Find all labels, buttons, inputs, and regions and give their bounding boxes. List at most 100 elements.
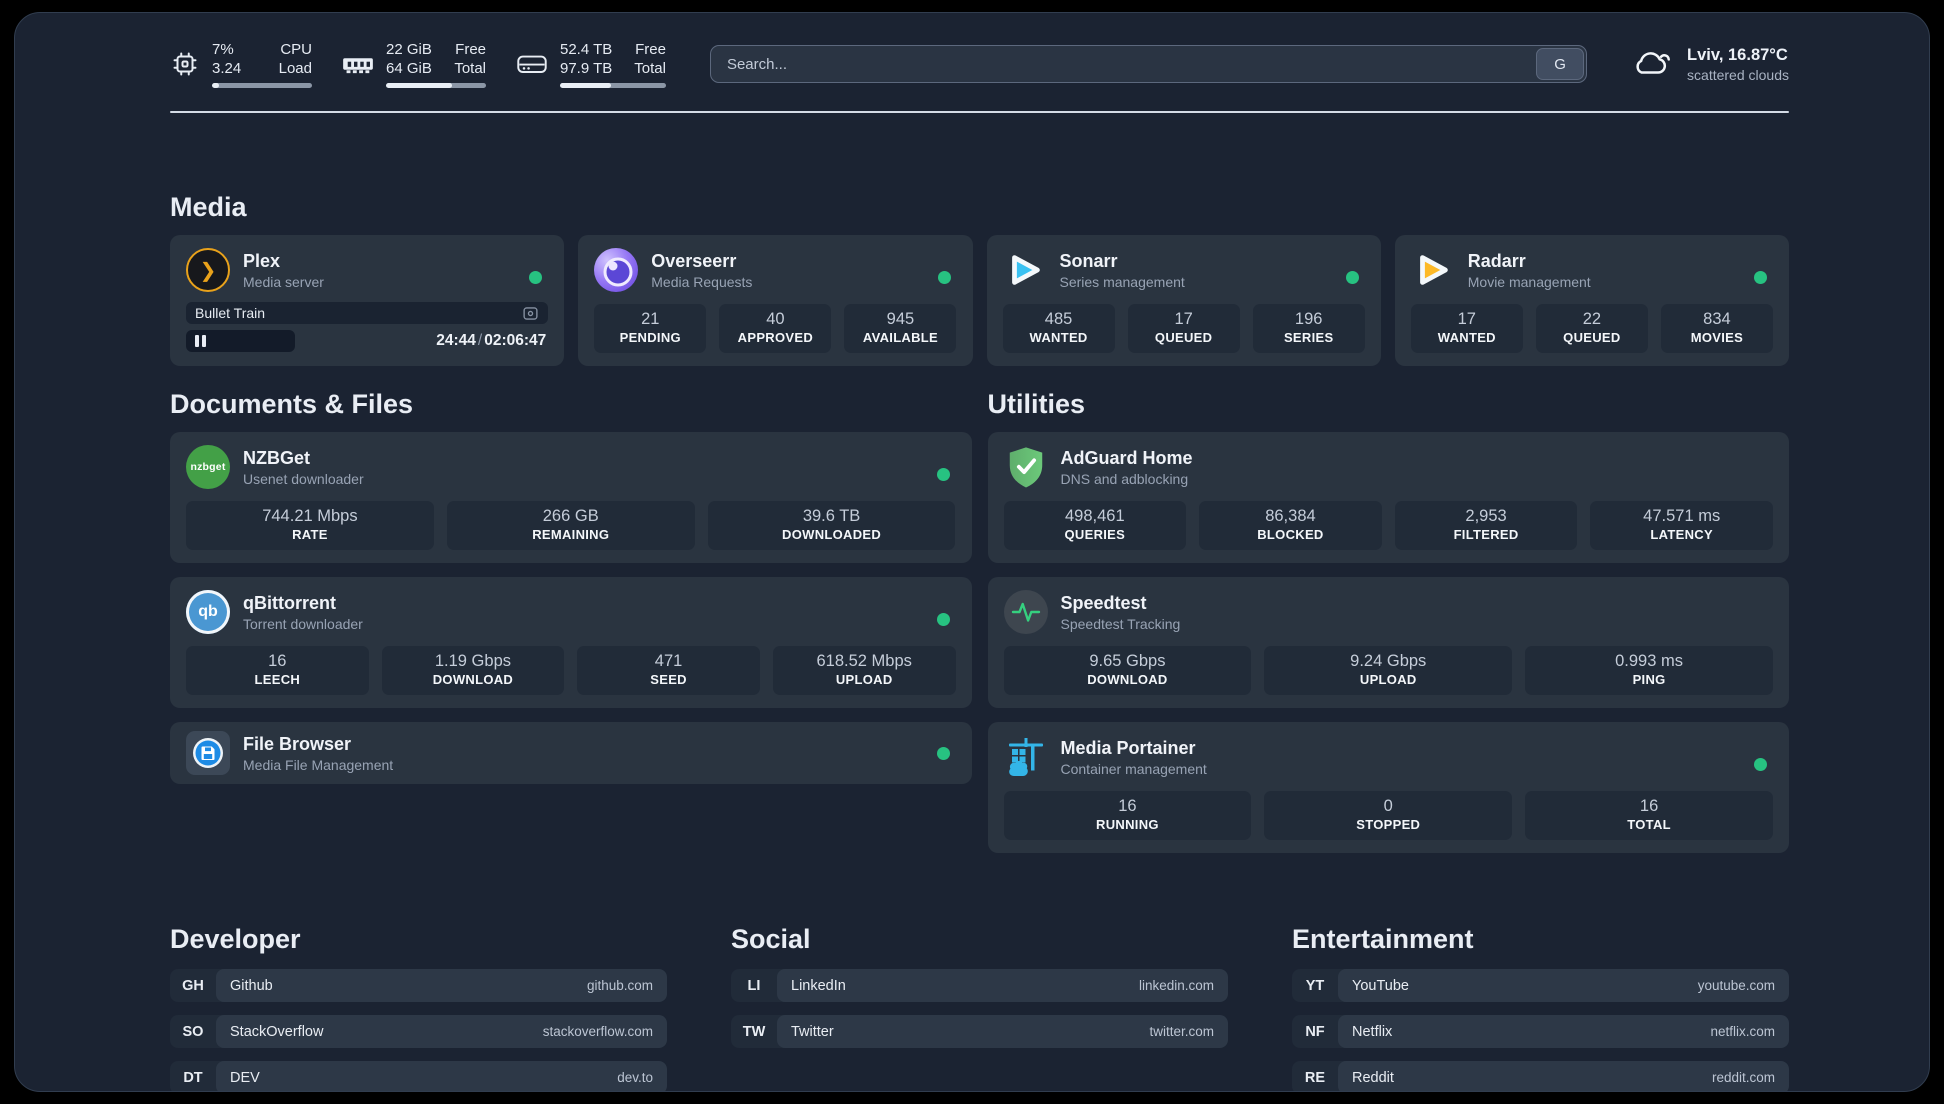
stat-ping: 0.993 ms PING [1525, 646, 1773, 695]
link-name: Reddit [1352, 1069, 1394, 1086]
app-subtitle: Usenet downloader [243, 470, 364, 487]
now-playing-title: Bullet Train [195, 305, 266, 321]
stat-upload: 618.52 Mbps UPLOAD [772, 646, 956, 695]
link-badge: TW [742, 1023, 766, 1040]
adguard-icon [1004, 445, 1048, 489]
status-dot-online [936, 747, 950, 760]
search-bar: G [709, 45, 1588, 83]
status-dot-online [1754, 758, 1767, 771]
stat-seed: 471 SEED [577, 646, 760, 695]
link-url: dev.to [617, 1070, 653, 1085]
link-url: netflix.com [1710, 1024, 1775, 1039]
app-card-nzbget[interactable]: nzbget NZBGet Usenet downloader 744.21 M… [170, 432, 972, 563]
app-title: Media Portainer [1060, 737, 1196, 758]
search-engine-button[interactable]: G [1536, 48, 1585, 80]
filebrowser-icon [186, 731, 230, 775]
stat-download: 1.19 Gbps DOWNLOAD [381, 646, 565, 695]
memory-progress-bar [386, 83, 486, 88]
entertainment-links: Entertainment YT YouTube youtube.com NF … [1292, 923, 1789, 1091]
app-card-radarr[interactable]: Radarr Movie management 17 WANTED 22 QUEUE… [1394, 235, 1789, 366]
stat-downloaded: 39.6 TB DOWNLOADED [707, 501, 956, 550]
link-name: Netflix [1352, 1023, 1393, 1040]
app-card-adguard[interactable]: AdGuard Home DNS and adblocking 498,461 Q… [987, 432, 1789, 563]
cast-icon [522, 305, 539, 322]
cpu-icon [170, 49, 200, 79]
link-name: YouTube [1352, 977, 1409, 994]
app-subtitle: Media File Management [243, 756, 394, 773]
link-badge: DT [183, 1069, 203, 1086]
portainer-icon [1004, 735, 1048, 779]
cpu-stat: 7% 3.24 CPU Load [170, 40, 312, 88]
app-title: NZBGet [243, 447, 310, 468]
storage-total: 97.9 TB [560, 60, 613, 77]
stat-queries: 498,461 QUERIES [1003, 501, 1187, 550]
memory-stat: 22 GiB 64 GiB Free Total [342, 40, 486, 88]
memory-total: 64 GiB [386, 60, 432, 77]
link-name: LinkedIn [791, 977, 846, 994]
link-reddit[interactable]: RE Reddit reddit.com [1292, 1061, 1789, 1091]
link-github[interactable]: GH Github github.com [170, 969, 667, 1002]
stat-running: 16 RUNNING [1003, 791, 1252, 840]
weather-widget: Lviv, 16.87°C scattered clouds [1631, 45, 1789, 84]
app-card-qbittorrent[interactable]: qb qBittorrent Torrent downloader 16 LEEC… [170, 577, 972, 708]
memory-label-2: Total [454, 60, 486, 77]
link-netflix[interactable]: NF Netflix netflix.com [1292, 1015, 1789, 1048]
link-dev-to[interactable]: DT DEV dev.to [170, 1061, 667, 1091]
stat-queued: 22 QUEUED [1535, 304, 1648, 353]
link-stackoverflow[interactable]: SO StackOverflow stackoverflow.com [170, 1015, 667, 1048]
app-card-speedtest[interactable]: Speedtest Speedtest Tracking 9.65 Gbps DO… [987, 577, 1789, 708]
stat-leech: 16 LEECH [186, 646, 369, 695]
section-title-developer: Developer [170, 924, 301, 954]
stat-wanted: 485 WANTED [1002, 304, 1115, 353]
status-dot-online [1345, 271, 1359, 284]
overseerr-icon [594, 248, 639, 292]
weather-location-temp: Lviv, 16.87°C [1687, 45, 1788, 64]
app-card-filebrowser[interactable]: File Browser Media File Management [170, 722, 972, 784]
stat-blocked: 86,384 BLOCKED [1199, 501, 1382, 550]
weather-condition: scattered clouds [1687, 66, 1789, 83]
search-input[interactable] [709, 45, 1588, 83]
cpu-load: 3.24 [212, 60, 242, 77]
stat-upload: 9.24 Gbps UPLOAD [1264, 646, 1513, 695]
link-twitter[interactable]: TW Twitter twitter.com [731, 1015, 1228, 1048]
app-subtitle: Movie management [1467, 273, 1591, 290]
link-url: github.com [586, 978, 653, 993]
playback-time: 24:44/02:06:47 [436, 332, 547, 349]
stat-movies: 834 MOVIES [1660, 304, 1773, 353]
app-card-portainer[interactable]: Media Portainer Container management 16 R… [987, 722, 1789, 853]
link-name: StackOverflow [230, 1023, 324, 1040]
link-url: twitter.com [1149, 1024, 1214, 1039]
storage-icon [516, 51, 548, 77]
stat-filtered: 2,953 FILTERED [1394, 501, 1578, 550]
app-subtitle: Media Requests [651, 273, 753, 290]
header-divider [170, 111, 1789, 113]
stat-remaining: 266 GB REMAINING [446, 501, 695, 550]
app-title: Sonarr [1059, 250, 1118, 271]
link-youtube[interactable]: YT YouTube youtube.com [1292, 969, 1789, 1002]
link-url: stackoverflow.com [542, 1024, 653, 1039]
stat-queued: 17 QUEUED [1127, 304, 1240, 353]
link-badge: LI [747, 977, 761, 994]
stat-available: 945 AVAILABLE [844, 304, 957, 353]
link-badge: NF [1305, 1023, 1325, 1040]
app-subtitle: Container management [1060, 760, 1207, 777]
nzbget-icon: nzbget [186, 445, 230, 489]
section-title-utilities: Utilities [987, 389, 1086, 419]
cpu-label-1: CPU [280, 41, 312, 58]
app-card-overseerr[interactable]: Overseerr Media Requests 21 PENDING 40 APP… [578, 235, 973, 366]
status-dot-online [1754, 271, 1767, 284]
app-card-plex[interactable]: ❯ Plex Media server Bullet Train 24:44 /… [170, 235, 565, 366]
link-badge: GH [182, 977, 204, 994]
app-title: Plex [243, 250, 281, 271]
stat-wanted: 17 WANTED [1410, 304, 1523, 353]
app-card-sonarr[interactable]: Sonarr Series management 485 WANTED 17 QUE… [986, 235, 1381, 366]
cpu-label-2: Load [278, 60, 312, 77]
link-url: linkedin.com [1138, 978, 1214, 993]
app-title: qBittorrent [243, 592, 336, 613]
link-name: Twitter [791, 1023, 834, 1040]
app-title: Overseerr [651, 250, 737, 271]
sonarr-icon [1003, 248, 1047, 292]
memory-icon [342, 52, 374, 76]
link-linkedin[interactable]: LI LinkedIn linkedin.com [731, 969, 1228, 1002]
speedtest-icon [1003, 590, 1048, 634]
